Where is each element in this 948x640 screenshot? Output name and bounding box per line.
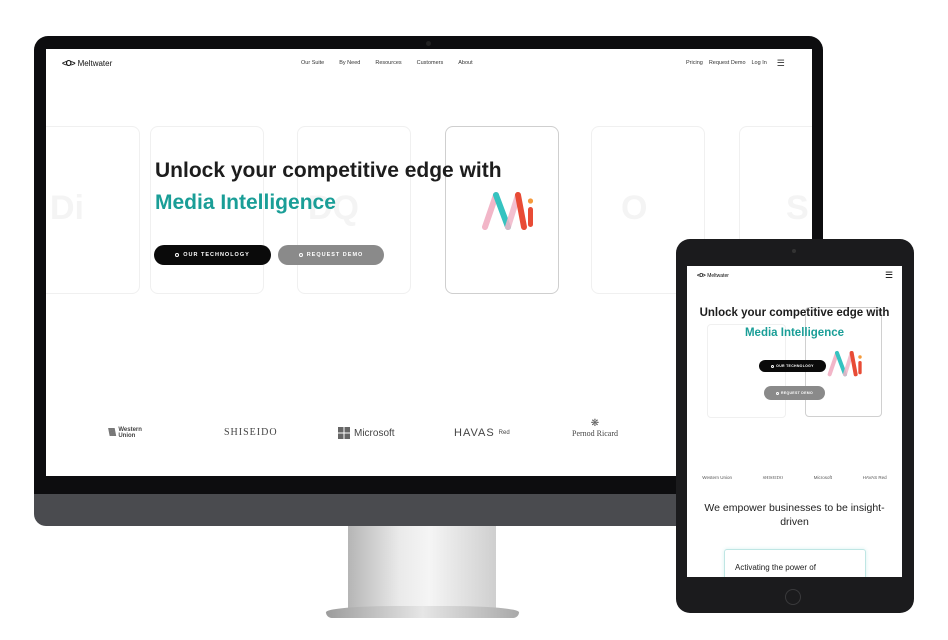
tablet-hamburger-menu-icon[interactable]: ☰ xyxy=(885,270,893,281)
western-union-logo: \\\\\\ Western Union xyxy=(108,427,142,439)
request-demo-button[interactable]: REQUEST DEMO xyxy=(278,245,384,265)
ghost-glyph-icon: Di xyxy=(50,189,84,227)
tablet-microsoft-logo: Microsoft xyxy=(813,475,832,480)
pernod-text: Pernod Ricard xyxy=(572,429,618,438)
nav-resources[interactable]: Resources xyxy=(375,60,401,66)
play-icon xyxy=(771,364,775,368)
nav-right: Pricing Request Demo Log In ☰ xyxy=(686,59,785,68)
tablet-feature-card[interactable]: Activating the power of xyxy=(724,549,866,577)
meltwater-logo-icon: <O> xyxy=(62,59,76,68)
havas-red-logo: HAVAS Red xyxy=(454,427,510,439)
nav-customers[interactable]: Customers xyxy=(417,60,444,66)
logo-text: Meltwater xyxy=(77,59,113,68)
tablet-western-union-logo: Western Union xyxy=(702,475,732,480)
media-intelligence-logo-icon xyxy=(482,192,534,230)
microsoft-squares-icon xyxy=(338,427,350,439)
our-technology-label: OUR TECHNOLOGY xyxy=(183,252,250,258)
western-union-text: Western Union xyxy=(118,427,142,439)
play-icon xyxy=(175,253,180,257)
tablet-feature-card-text: Activating the power of xyxy=(735,563,816,572)
nav-about[interactable]: About xyxy=(458,60,472,66)
our-technology-button[interactable]: OUR TECHNOLOGY xyxy=(154,245,271,265)
imac-camera xyxy=(426,41,431,46)
tablet-hero-subtitle: Media Intelligence xyxy=(744,327,845,339)
havas-red-text: Red xyxy=(498,430,510,436)
meltwater-logo-icon: <O> xyxy=(697,273,706,279)
tablet-hero-title: Unlock your competitive edge with xyxy=(699,307,890,319)
ipad-camera xyxy=(792,249,796,253)
tablet-logo-text: Meltwater xyxy=(707,273,729,279)
tablet-request-demo-button[interactable]: REQUEST DEMO xyxy=(764,386,825,400)
tablet-media-intelligence-logo-icon xyxy=(827,351,862,377)
havas-text: HAVAS xyxy=(454,427,495,439)
hero-subtitle: Media Intelligence xyxy=(155,191,336,214)
tablet-logo-strip: Western Union SHISEIDO Microsoft HAVAS R… xyxy=(687,475,902,480)
play-icon xyxy=(298,253,303,257)
microsoft-text: Microsoft xyxy=(354,427,395,439)
meltwater-logo[interactable]: <O> Meltwater xyxy=(62,59,112,68)
western-union-mark-icon: \\\\\\ xyxy=(108,427,116,439)
tablet-our-technology-button[interactable]: OUR TECHNOLOGY xyxy=(759,360,826,372)
tablet-empower-heading: We empower businesses to be insight-driv… xyxy=(704,502,885,528)
ghost-glyph-icon: O xyxy=(621,189,648,227)
nav-log-in[interactable]: Log In xyxy=(752,60,767,66)
ghost-glyph-icon: S xyxy=(786,189,809,227)
tablet-meltwater-logo[interactable]: <O> Meltwater xyxy=(697,273,729,279)
nav-our-suite[interactable]: Our Suite xyxy=(301,60,324,66)
request-demo-label: REQUEST DEMO xyxy=(306,252,364,258)
shiseido-logo: SHISEIDO xyxy=(224,427,278,438)
tablet-shiseido-logo: SHISEIDO xyxy=(762,475,784,480)
nav-pricing[interactable]: Pricing xyxy=(686,60,703,66)
imac-stand-base xyxy=(326,606,519,618)
hero-title: Unlock your competitive edge with xyxy=(155,159,502,182)
nav-request-demo[interactable]: Request Demo xyxy=(709,60,746,66)
ipad-home-button[interactable] xyxy=(785,589,801,605)
play-icon xyxy=(776,391,779,395)
pernod-star-icon: ❋ xyxy=(590,418,600,429)
pernod-ricard-logo: ❋ Pernod Ricard xyxy=(572,418,618,439)
tablet-our-technology-label: OUR TECHNOLOGY xyxy=(776,364,814,368)
nav-by-need[interactable]: By Need xyxy=(339,60,360,66)
tablet-request-demo-label: REQUEST DEMO xyxy=(781,391,813,395)
hamburger-menu-icon[interactable]: ☰ xyxy=(777,59,785,68)
main-nav: Our Suite By Need Resources Customers Ab… xyxy=(301,60,473,66)
tablet-havas-logo: HAVAS Red xyxy=(862,475,887,480)
tablet-screen: <O> Meltwater ☰ Unlock your competitive … xyxy=(687,266,902,577)
imac-stand xyxy=(348,526,496,614)
microsoft-logo: Microsoft xyxy=(338,427,395,439)
